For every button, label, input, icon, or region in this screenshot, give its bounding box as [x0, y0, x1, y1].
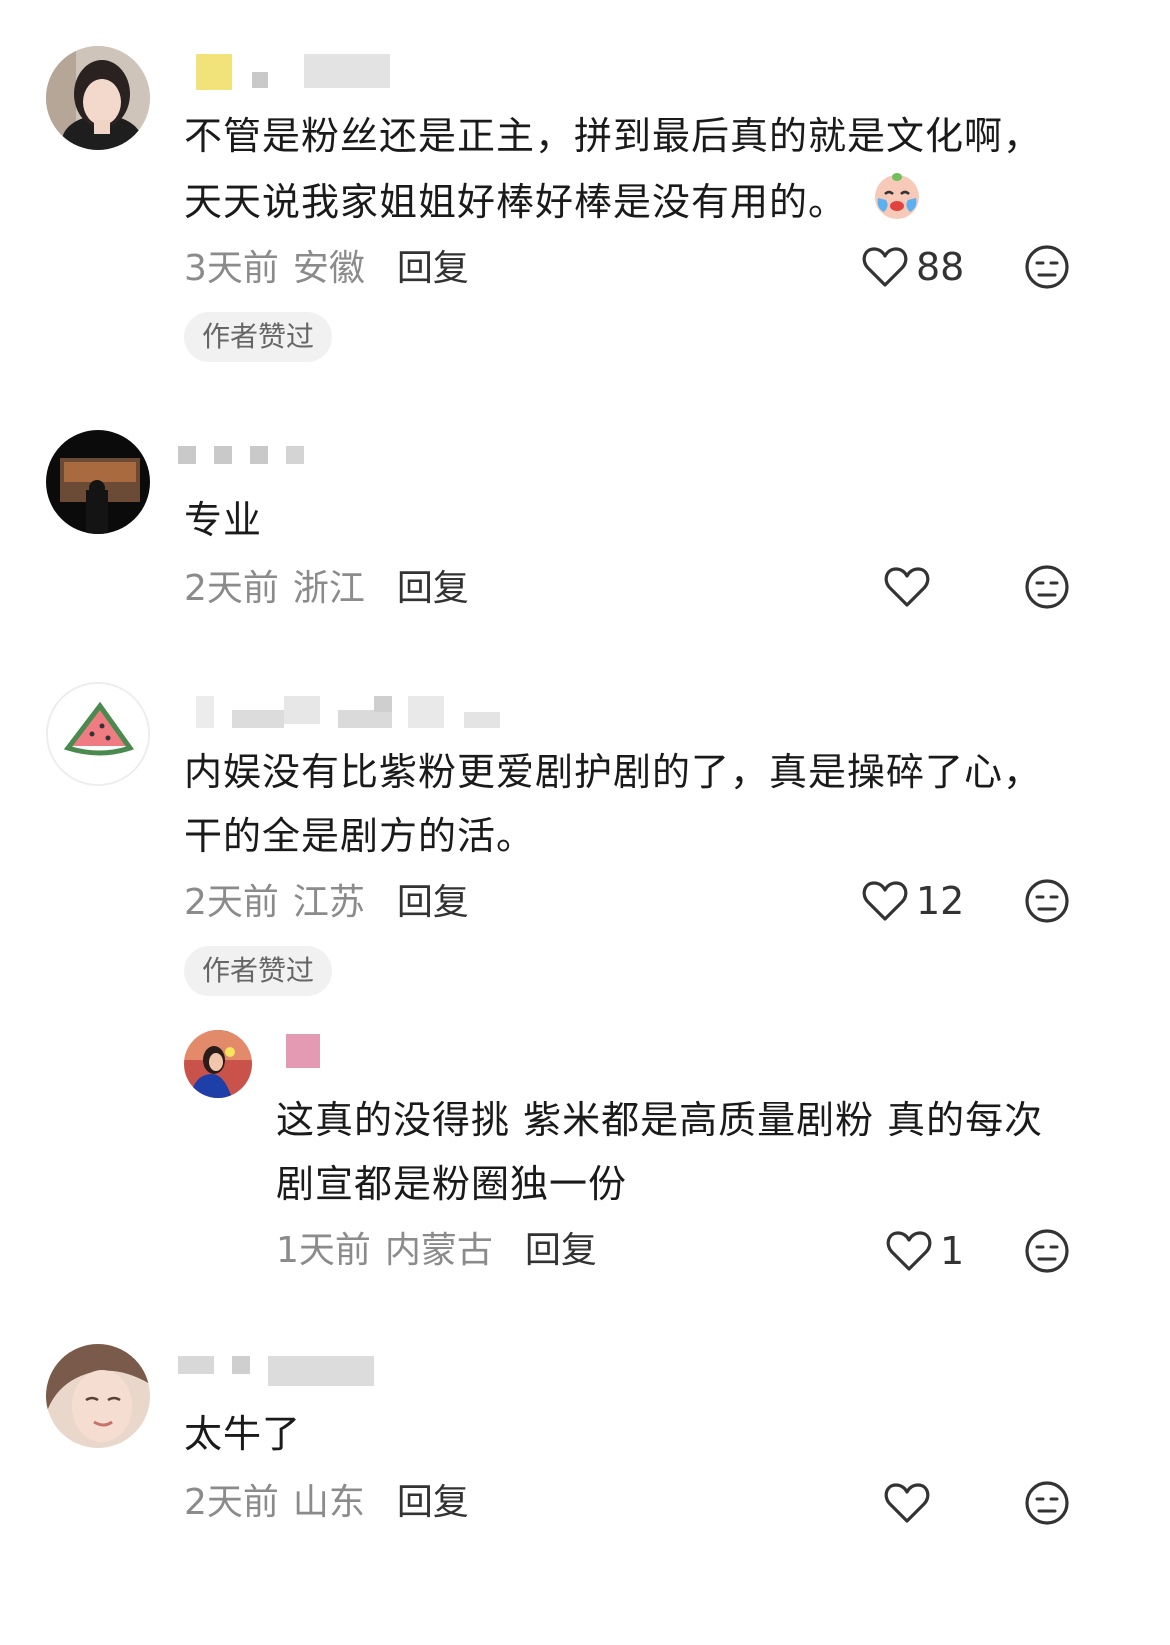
comment-text: 专业 — [184, 498, 263, 542]
username-blurred[interactable] — [286, 1032, 326, 1072]
comment-meta: 2天前 浙江 回复 — [184, 559, 469, 611]
reply-text: 这真的没得挑 紫米都是高质量剧粉 真的每次 剧宣都是粉圈独一份 — [276, 1098, 1044, 1206]
location: 江苏 — [292, 882, 365, 923]
comment-text: 内娱没有比紫粉更爱剧护剧的了，真是操碎了心， 干的全是剧方的活。 — [184, 750, 1043, 858]
reply-button[interactable]: 回复 — [397, 559, 469, 611]
location: 山东 — [292, 1482, 365, 1523]
reply-meta: 1天前 内蒙古 回复 — [276, 1221, 597, 1273]
avatar[interactable] — [46, 430, 150, 534]
author-liked-badge: 作者赞过 — [184, 946, 333, 996]
timestamp: 3天前 — [184, 248, 279, 289]
meh-face-icon[interactable] — [1024, 244, 1070, 290]
timestamp: 2天前 — [184, 568, 279, 609]
heart-outline-icon — [884, 1483, 930, 1523]
crying-face-emoji — [870, 168, 924, 241]
comment-text: 太牛了 — [184, 1412, 302, 1456]
heart-outline-icon — [884, 567, 930, 607]
avatar[interactable] — [46, 1344, 150, 1448]
like-button[interactable]: 88 — [862, 244, 964, 290]
comment-meta: 3天前 安徽 回复 — [184, 239, 469, 291]
meh-face-icon[interactable] — [1024, 878, 1070, 924]
timestamp: 1天前 — [276, 1230, 371, 1271]
username-blurred[interactable] — [196, 52, 396, 92]
avatar[interactable] — [46, 682, 150, 786]
comment-meta: 2天前 山东 回复 — [184, 1473, 469, 1525]
comment-meta: 2天前 江苏 回复 — [184, 873, 469, 925]
heart-outline-icon — [862, 881, 908, 921]
location: 安徽 — [292, 248, 365, 289]
timestamp: 2天前 — [184, 882, 279, 923]
reply-button[interactable]: 回复 — [525, 1221, 597, 1273]
heart-outline-icon — [886, 1231, 932, 1271]
comment-text: 不管是粉丝还是正主，拼到最后真的就是文化啊， 天天说我家姐姐好棒好棒是没有用的。 — [184, 104, 1042, 241]
like-count: 12 — [916, 879, 965, 923]
meh-face-icon[interactable] — [1024, 564, 1070, 610]
reply-button[interactable]: 回复 — [397, 1473, 469, 1525]
meh-face-icon[interactable] — [1024, 1228, 1070, 1274]
author-liked-badge: 作者赞过 — [184, 312, 333, 362]
like-count: 1 — [940, 1229, 965, 1273]
meh-face-icon[interactable] — [1024, 1480, 1070, 1526]
location: 浙江 — [292, 568, 365, 609]
like-button[interactable]: 12 — [862, 878, 964, 924]
avatar[interactable] — [184, 1030, 252, 1098]
like-button[interactable] — [884, 1480, 930, 1526]
username-blurred[interactable] — [178, 444, 318, 484]
timestamp: 2天前 — [184, 1482, 279, 1523]
reply-button[interactable]: 回复 — [397, 239, 469, 291]
reply-button[interactable]: 回复 — [397, 873, 469, 925]
username-blurred[interactable] — [196, 692, 506, 732]
heart-outline-icon — [862, 247, 908, 287]
like-count: 88 — [916, 245, 965, 289]
like-button[interactable]: 1 — [886, 1228, 964, 1274]
like-button[interactable] — [884, 564, 930, 610]
avatar[interactable] — [46, 46, 150, 150]
location: 内蒙古 — [384, 1230, 493, 1271]
username-blurred[interactable] — [178, 1352, 378, 1392]
